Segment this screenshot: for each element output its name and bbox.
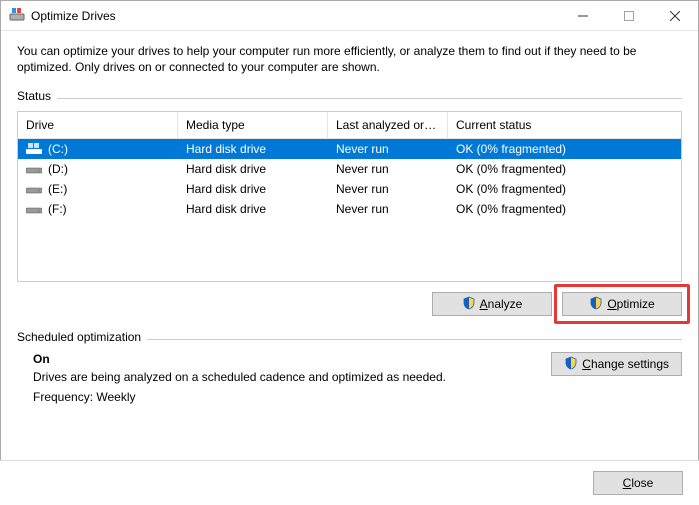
status-label: Status (17, 89, 682, 105)
optimize-button[interactable]: Optimize (562, 292, 682, 316)
shield-icon (564, 356, 578, 373)
schedule-desc: Drives are being analyzed on a scheduled… (33, 370, 531, 384)
drive-icon (26, 143, 42, 155)
drive-icon (26, 203, 42, 215)
drive-last: Never run (328, 200, 448, 218)
drive-icon (26, 183, 42, 195)
close-button[interactable] (652, 1, 698, 31)
shield-icon (462, 296, 476, 313)
table-row[interactable]: (C:) Hard disk driveNever runOK (0% fragm… (18, 139, 681, 159)
table-row[interactable]: (F:) Hard disk driveNever runOK (0% fragm… (18, 199, 681, 219)
app-icon (9, 6, 25, 25)
analyze-button[interactable]: Analyze (432, 292, 552, 316)
drive-last: Never run (328, 140, 448, 158)
schedule-freq: Frequency: Weekly (33, 390, 531, 404)
drive-last: Never run (328, 160, 448, 178)
minimize-button[interactable] (560, 1, 606, 31)
highlight-box: Optimize (554, 284, 690, 324)
schedule-state: On (33, 352, 531, 366)
close-dialog-button[interactable]: Close (593, 471, 683, 495)
drive-status: OK (0% fragmented) (448, 160, 681, 178)
table-header: Drive Media type Last analyzed or o... C… (18, 112, 681, 139)
drive-name: (C:) (48, 142, 68, 156)
description-text: You can optimize your drives to help you… (17, 43, 682, 75)
drive-media: Hard disk drive (178, 160, 328, 178)
col-drive[interactable]: Drive (18, 112, 178, 138)
drive-icon (26, 163, 42, 175)
drive-status: OK (0% fragmented) (448, 140, 681, 158)
drive-name: (F:) (48, 202, 67, 216)
drives-table: Drive Media type Last analyzed or o... C… (17, 111, 682, 282)
titlebar: Optimize Drives (1, 1, 698, 31)
drive-last: Never run (328, 180, 448, 198)
shield-icon (589, 296, 603, 313)
scheduled-label: Scheduled optimization (17, 330, 682, 346)
drive-media: Hard disk drive (178, 200, 328, 218)
col-last[interactable]: Last analyzed or o... (328, 112, 448, 138)
table-row[interactable]: (E:) Hard disk driveNever runOK (0% fragm… (18, 179, 681, 199)
drive-name: (D:) (48, 162, 68, 176)
change-settings-button[interactable]: Change settings (551, 352, 682, 376)
drive-media: Hard disk drive (178, 180, 328, 198)
drive-status: OK (0% fragmented) (448, 200, 681, 218)
drive-name: (E:) (48, 182, 67, 196)
col-media[interactable]: Media type (178, 112, 328, 138)
maximize-button[interactable] (606, 1, 652, 31)
drive-media: Hard disk drive (178, 140, 328, 158)
col-status[interactable]: Current status (448, 112, 681, 138)
table-row[interactable]: (D:) Hard disk driveNever runOK (0% fragm… (18, 159, 681, 179)
drive-status: OK (0% fragmented) (448, 180, 681, 198)
window-title: Optimize Drives (31, 9, 116, 23)
